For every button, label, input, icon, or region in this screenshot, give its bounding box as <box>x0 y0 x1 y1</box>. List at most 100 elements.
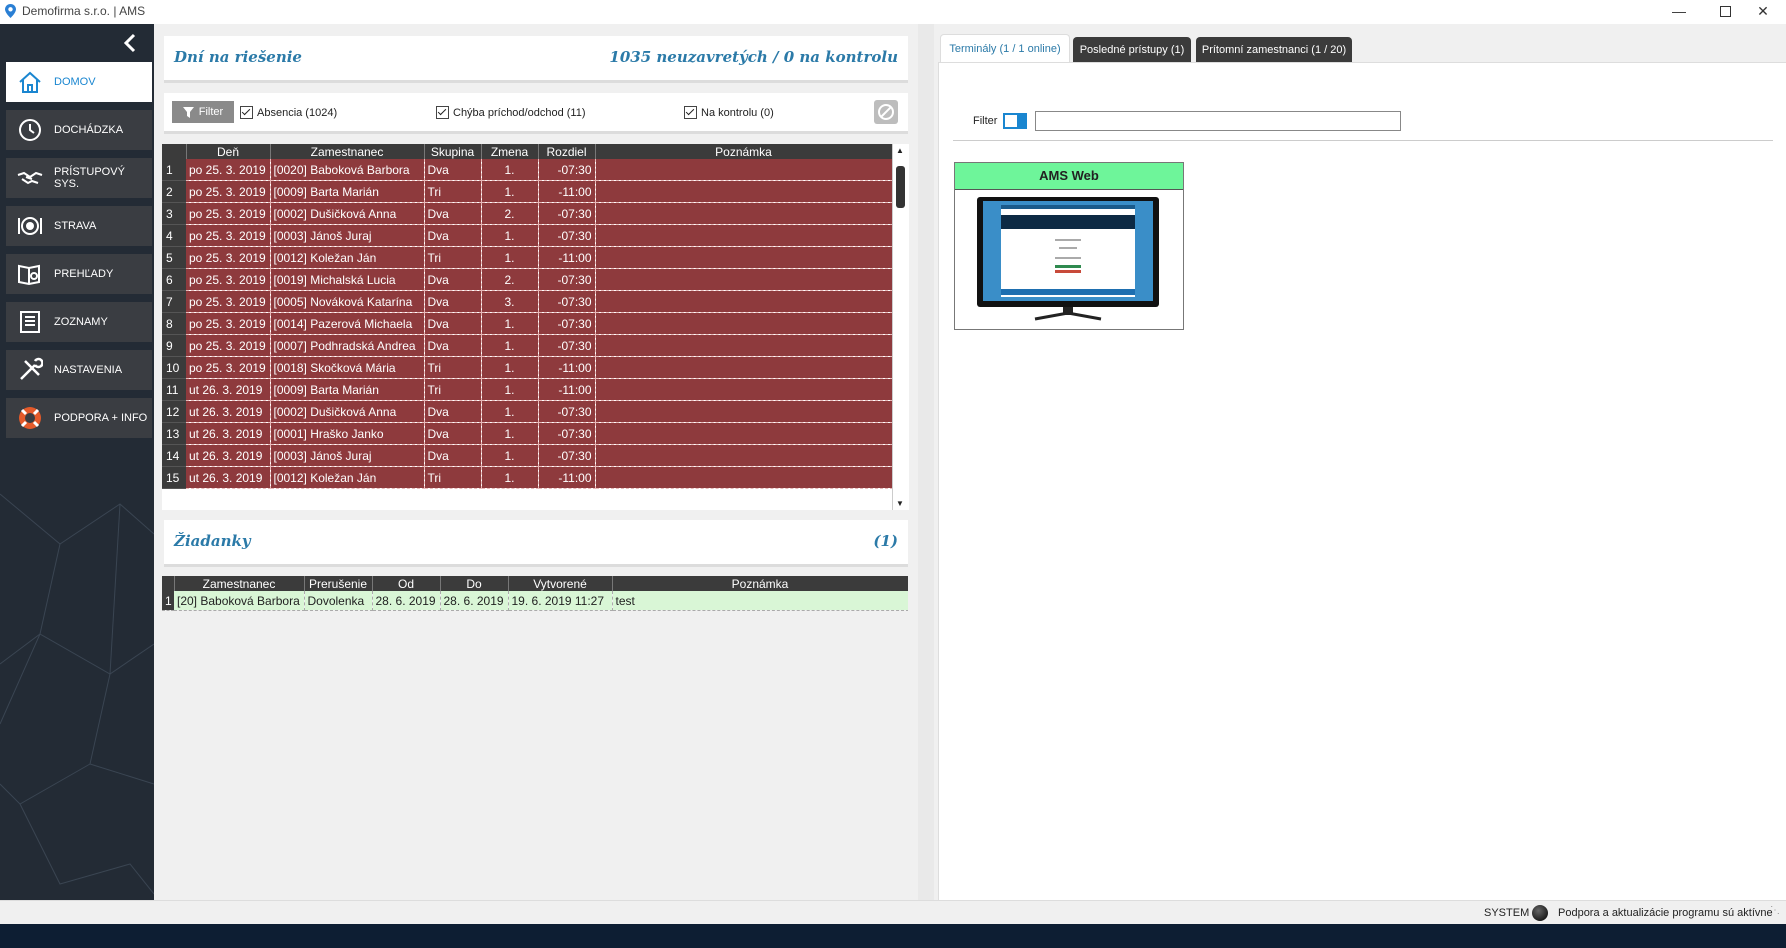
column-header[interactable]: Zamestnanec <box>270 144 425 159</box>
column-header-rownum <box>162 576 175 591</box>
maximize-icon <box>1719 6 1731 17</box>
nav-zoznamy[interactable]: ZOZNAMY <box>6 302 152 342</box>
checkbox-chyba-prichod[interactable]: Chýba príchod/odchod (11) <box>436 106 586 119</box>
table-row[interactable]: 10 po 25. 3. 2019 [0018] Skočková Mária Tri… <box>162 356 892 379</box>
cell-shift: 1. <box>481 180 539 203</box>
column-header[interactable]: Rozdiel <box>538 144 596 159</box>
table-row[interactable]: 12 ut 26. 3. 2019 [0002] Dušičková Anna Dva… <box>162 400 892 423</box>
minimize-icon: — <box>1672 3 1686 19</box>
cell-note <box>595 400 892 423</box>
collapse-sidebar-icon[interactable] <box>120 32 142 54</box>
cell-day: ut 26. 3. 2019 <box>186 422 271 445</box>
column-header[interactable]: Skupina <box>424 144 482 159</box>
nav-label: PODPORA + INFO <box>54 412 148 424</box>
row-number: 1 <box>162 159 186 181</box>
column-header[interactable]: Poznámka <box>612 576 908 591</box>
column-header[interactable]: Zmena <box>481 144 539 159</box>
table-row[interactable]: 8 po 25. 3. 2019 [0014] Pazerová Michaela D… <box>162 312 892 335</box>
nav-domov[interactable]: DOMOV <box>6 62 152 102</box>
cell-day: po 25. 3. 2019 <box>186 268 271 291</box>
column-header[interactable]: Poznámka <box>595 144 892 159</box>
table-row[interactable]: 3 po 25. 3. 2019 [0002] Dušičková Anna Dva 2… <box>162 202 892 225</box>
issues-title: Dní na riešenie <box>174 48 302 66</box>
table-row[interactable]: 2 po 25. 3. 2019 [0009] Barta Marián Tri 1. -… <box>162 180 892 203</box>
row-number: 11 <box>162 378 186 401</box>
cell-difference: -11:00 <box>538 180 596 203</box>
close-icon: ✕ <box>1757 3 1769 19</box>
table-row[interactable]: 15 ut 26. 3. 2019 [0012] Koležan Ján Tri 1. -… <box>162 466 892 489</box>
cell-difference: -11:00 <box>538 246 596 269</box>
window-title: Demofirma s.r.o. | AMS <box>22 4 146 18</box>
right-pane: Terminály (1 / 1 online) Posledné prístu… <box>934 24 1786 910</box>
cell-shift: 3. <box>481 290 539 313</box>
monitor-screenshot-icon <box>977 197 1159 321</box>
prohibited-icon <box>878 104 894 120</box>
nav-podpora-info[interactable]: PODPORA + INFO <box>6 398 152 438</box>
nav-pristupovy-sys[interactable]: PRÍSTUPOVÝ SYS. <box>6 158 152 198</box>
table-row[interactable]: 6 po 25. 3. 2019 [0019] Michalská Lucia Dva… <box>162 268 892 291</box>
row-number: 2 <box>162 180 186 203</box>
scroll-thumb[interactable] <box>896 166 905 208</box>
terminal-card[interactable]: AMS Web <box>954 162 1184 330</box>
cell-group: Tri <box>424 466 482 489</box>
cell-difference: -07:30 <box>538 202 596 225</box>
column-header[interactable]: Zamestnanec <box>174 576 305 591</box>
row-number: 12 <box>162 400 186 423</box>
cell-group: Dva <box>424 268 482 291</box>
table-row[interactable]: 1 po 25. 3. 2019 [0020] Baboková Barbora Dv… <box>162 159 892 181</box>
table-row[interactable]: 4 po 25. 3. 2019 [0003] Jánoš Juraj Dva 1. -0… <box>162 224 892 247</box>
table-row[interactable]: 13 ut 26. 3. 2019 [0001] Hraško Janko Dva 1.… <box>162 422 892 445</box>
column-header[interactable]: Deň <box>186 144 271 159</box>
nav-prehlady[interactable]: PREHĽADY <box>6 254 152 294</box>
table-row[interactable]: 7 po 25. 3. 2019 [0005] Nováková Katarína D… <box>162 290 892 313</box>
clear-filter-button[interactable] <box>874 100 898 124</box>
status-bar: SYSTEM Podpora a aktualizácie programu s… <box>0 900 1786 924</box>
nav-label: DOCHÁDZKA <box>54 124 124 136</box>
cell-day: po 25. 3. 2019 <box>186 246 271 269</box>
scroll-down-icon[interactable]: ▼ <box>896 499 904 508</box>
nav-strava[interactable]: STRAVA <box>6 206 152 246</box>
scroll-up-icon[interactable]: ▲ <box>896 146 904 155</box>
column-header[interactable]: Do <box>440 576 509 591</box>
close-button[interactable]: ✕ <box>1740 0 1786 24</box>
row-number: 1 <box>162 591 174 611</box>
checkbox-na-kontrolu[interactable]: Na kontrolu (0) <box>684 106 774 119</box>
nav-dochadzka[interactable]: DOCHÁDZKA <box>6 110 152 150</box>
table-row[interactable]: 1 [20] Baboková Barbora Dovolenka 28. 6.… <box>162 591 908 611</box>
row-number: 13 <box>162 422 186 445</box>
cell-difference: -07:30 <box>538 224 596 247</box>
view-toggle-button[interactable] <box>1003 113 1027 129</box>
requests-grid: Zamestnanec Prerušenie Od Do Vytvorené P… <box>162 576 908 616</box>
table-row[interactable]: 5 po 25. 3. 2019 [0012] Koležan Ján Tri 1. -1… <box>162 246 892 269</box>
cell-day: po 25. 3. 2019 <box>186 159 271 181</box>
nav-label: PREHĽADY <box>54 268 114 280</box>
cell-group: Dva <box>424 444 482 467</box>
tab-pritomni-zamestnanci[interactable]: Prítomní zamestnanci (1 / 20) <box>1196 37 1352 63</box>
column-header[interactable]: Vytvorené <box>508 576 613 591</box>
issues-scrollbar[interactable]: ▲ ▼ <box>892 144 909 510</box>
table-row[interactable]: 11 ut 26. 3. 2019 [0009] Barta Marián Tri 1.… <box>162 378 892 401</box>
cell-shift: 2. <box>481 268 539 291</box>
cell-difference: -07:30 <box>538 334 596 357</box>
row-number: 5 <box>162 246 186 269</box>
filter-button[interactable]: Filter <box>172 101 234 123</box>
table-row[interactable]: 9 po 25. 3. 2019 [0007] Podhradská Andrea D… <box>162 334 892 357</box>
cell-note <box>595 356 892 379</box>
tools-icon <box>16 356 44 384</box>
column-header[interactable]: Prerušenie <box>304 576 373 591</box>
tab-terminaly[interactable]: Terminály (1 / 1 online) <box>940 34 1070 62</box>
pane-splitter[interactable] <box>918 24 934 900</box>
minimize-button[interactable]: — <box>1656 0 1702 24</box>
row-number: 6 <box>162 268 186 291</box>
resize-grip-icon[interactable]: ⋱ <box>1770 905 1780 916</box>
checkbox-absencia[interactable]: Absencia (1024) <box>240 106 337 119</box>
tab-posledne-pristupy[interactable]: Posledné prístupy (1) <box>1073 37 1191 63</box>
nav-nastavenia[interactable]: NASTAVENIA <box>6 350 152 390</box>
cell-shift: 1. <box>481 334 539 357</box>
table-row[interactable]: 14 ut 26. 3. 2019 [0003] Jánoš Juraj Dva 1. -… <box>162 444 892 467</box>
tab-label: Posledné prístupy (1) <box>1079 44 1185 56</box>
terminal-filter-input[interactable] <box>1035 111 1401 131</box>
cell-day: po 25. 3. 2019 <box>186 334 271 357</box>
column-header[interactable]: Od <box>372 576 441 591</box>
issues-grid: Deň Zamestnanec Skupina Zmena Rozdiel Po… <box>162 144 892 510</box>
